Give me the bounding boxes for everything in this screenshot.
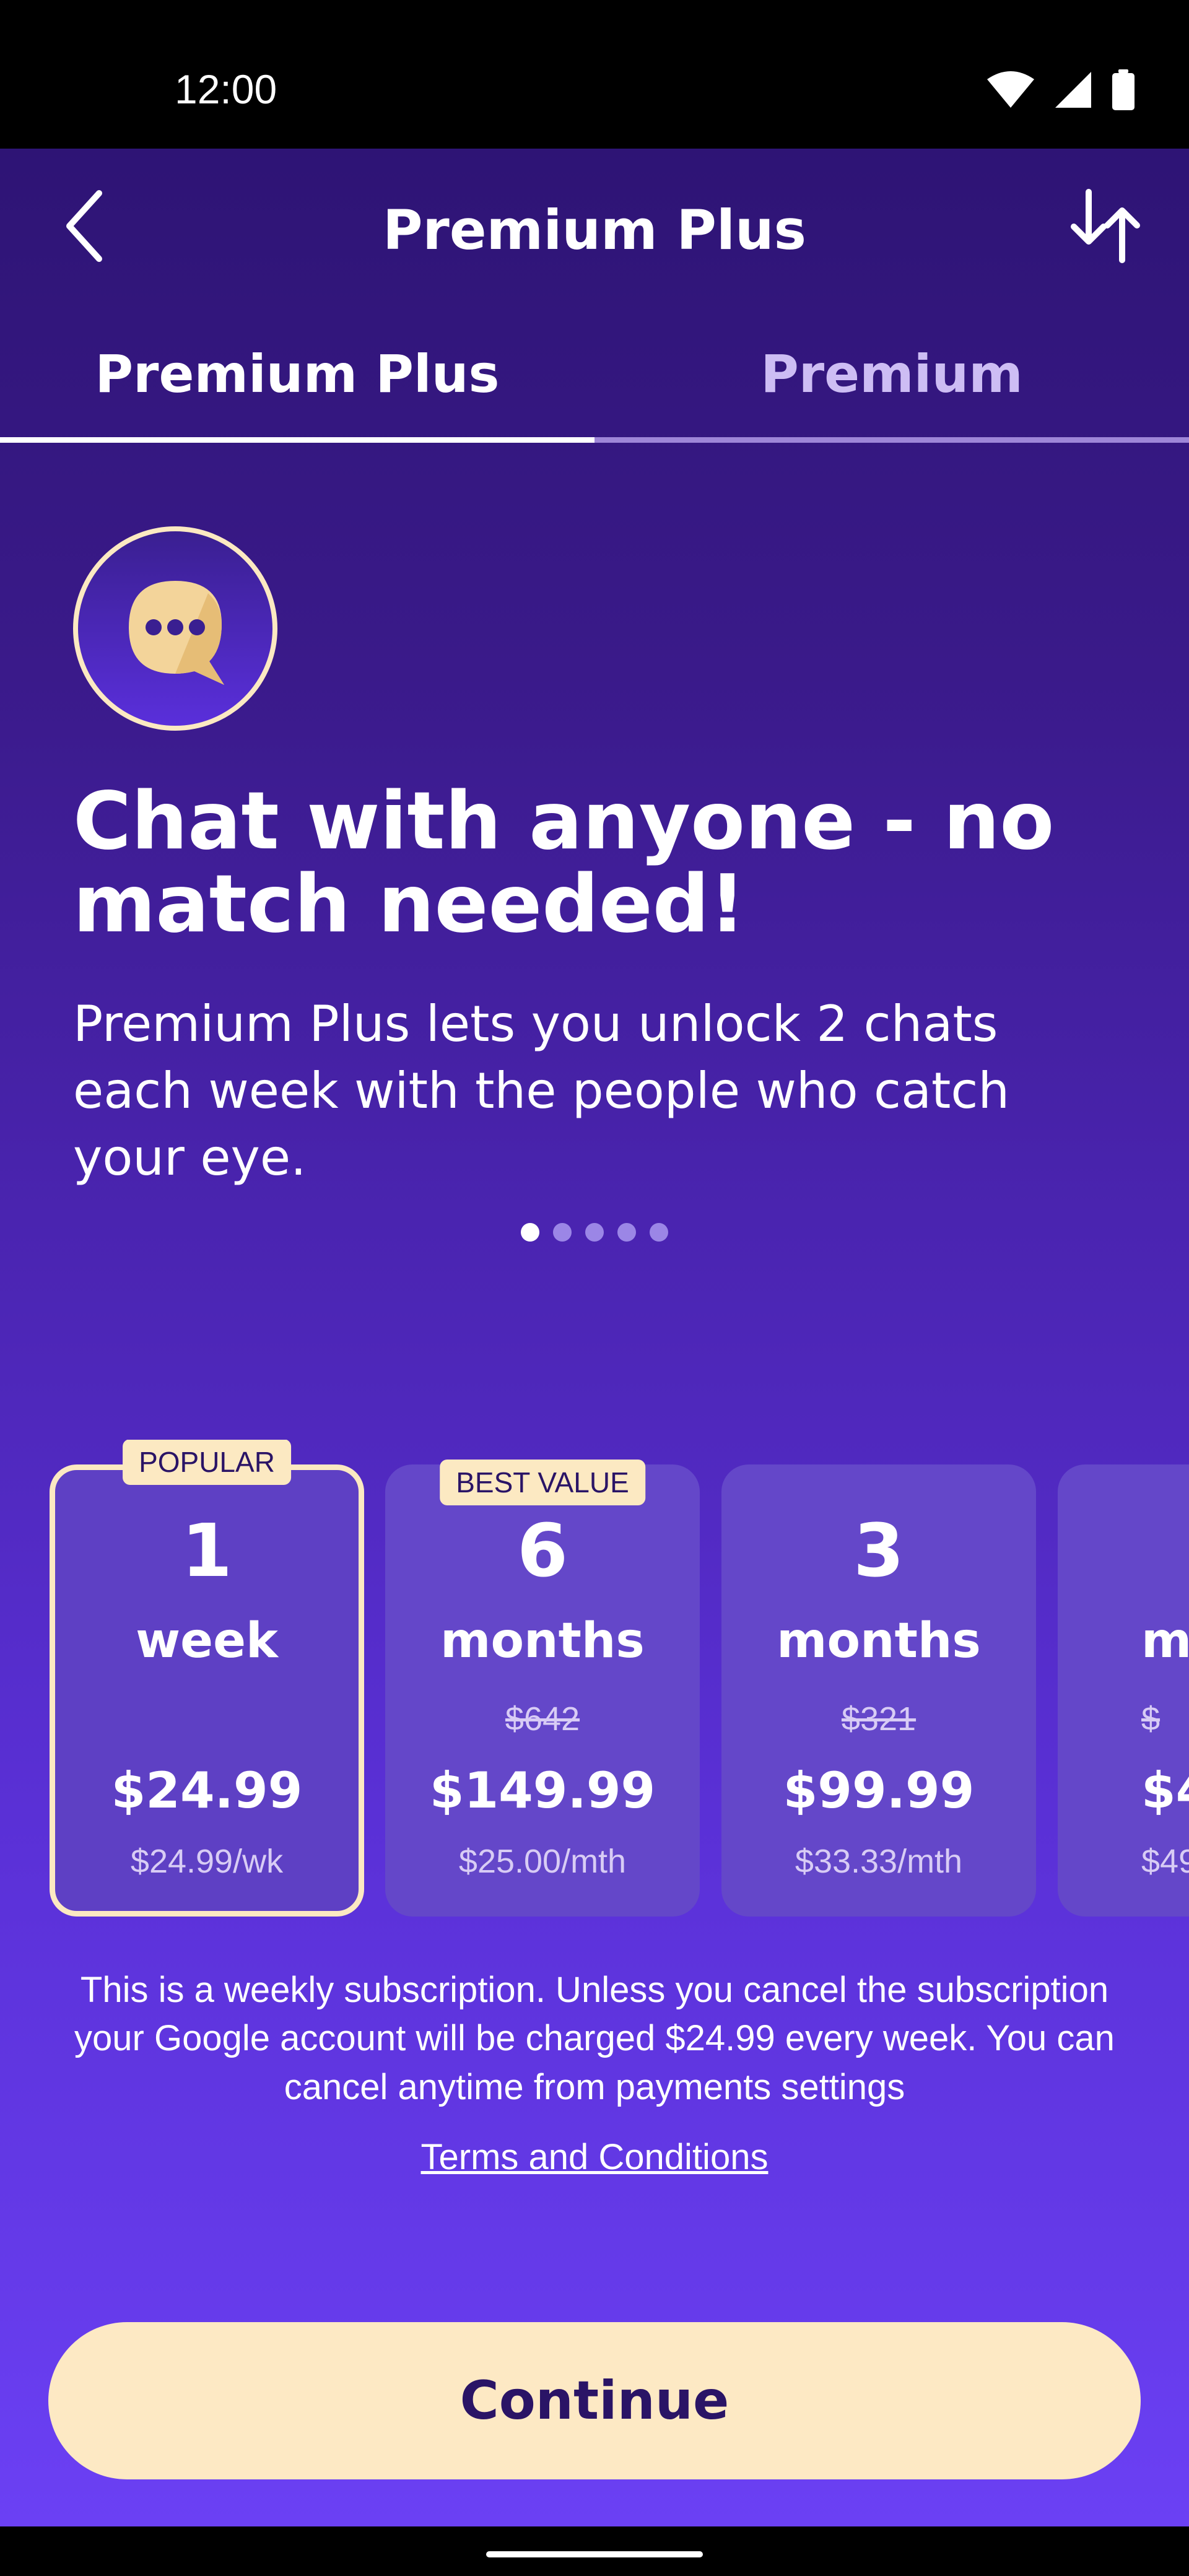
plan-price: $4	[1141, 1762, 1189, 1819]
plan-tabs: Premium Plus Premium	[0, 300, 1189, 443]
plan-duration-count: 3	[853, 1508, 905, 1593]
plan-price: $149.99	[429, 1762, 656, 1819]
subscription-disclaimer: This is a weekly subscription. Unless yo…	[74, 1970, 1115, 2107]
plan-card-partial[interactable]: mo $ $4 $49.	[1058, 1464, 1189, 1917]
plan-duration-unit: mo	[1141, 1613, 1189, 1669]
cell-signal-icon	[1055, 72, 1091, 108]
plan-duration-count: 1	[181, 1508, 233, 1593]
tab-premium[interactable]: Premium	[594, 300, 1189, 443]
wifi-icon	[987, 71, 1034, 108]
terms-container: Terms and Conditions	[0, 2136, 1189, 2178]
app-screen: Premium Plus Premium Plus Premium Chat w…	[0, 149, 1189, 2526]
feature-icon-circle	[73, 526, 277, 731]
plan-price-per-period: $49.	[1141, 1843, 1189, 1880]
plan-options: POPULAR 1 week $24.99 $24.99/wk BEST VAL…	[0, 1440, 1189, 1923]
carousel-dot-3[interactable]	[585, 1223, 604, 1242]
tab-indicator-inactive	[594, 437, 1189, 443]
tab-indicator-active	[0, 437, 594, 443]
carousel-dot-2[interactable]	[553, 1223, 572, 1242]
system-nav-bar	[0, 2526, 1189, 2576]
terms-link[interactable]: Terms and Conditions	[421, 2137, 769, 2177]
plan-card-3-months[interactable]: 3 months $321 $99.99 $33.33/mth	[721, 1464, 1036, 1917]
continue-button[interactable]: Continue	[48, 2322, 1141, 2479]
sort-arrows-icon	[1071, 189, 1140, 263]
page-title: Premium Plus	[382, 198, 807, 262]
battery-icon	[1112, 69, 1135, 110]
carousel-dot-1[interactable]	[521, 1223, 539, 1242]
plan-price: $24.99	[111, 1762, 303, 1819]
plan-original-price: $321	[841, 1700, 917, 1738]
plan-badge: BEST VALUE	[440, 1460, 645, 1505]
plan-duration-unit: months	[440, 1613, 645, 1669]
status-icons	[986, 69, 1136, 110]
chat-bubble-icon	[129, 581, 224, 685]
plan-duration-unit: week	[136, 1613, 278, 1669]
plan-badge: POPULAR	[123, 1440, 291, 1485]
plan-original-price: $642	[505, 1700, 580, 1738]
carousel-dots	[0, 1223, 1189, 1242]
tab-premium-plus[interactable]: Premium Plus	[0, 300, 594, 443]
plan-duration-unit: months	[777, 1613, 981, 1669]
status-bar: 12:00	[0, 0, 1189, 149]
plan-price: $99.99	[783, 1762, 975, 1819]
feature-headline: Chat with anyone - no match needed!	[73, 775, 1055, 951]
carousel-dot-5[interactable]	[650, 1223, 668, 1242]
plan-price-per-period: $33.33/mth	[795, 1843, 963, 1880]
sort-button[interactable]	[1065, 186, 1146, 266]
app-header: Premium Plus	[0, 149, 1189, 300]
plan-card-6-months[interactable]: BEST VALUE 6 months $642 $149.99 $25.00/…	[385, 1460, 700, 1917]
carousel-dot-4[interactable]	[617, 1223, 636, 1242]
plan-original-price: $	[1141, 1700, 1161, 1738]
plan-price-per-period: $24.99/wk	[130, 1843, 284, 1880]
plan-duration-count: 6	[516, 1508, 568, 1593]
home-indicator[interactable]	[486, 2551, 703, 2557]
plan-card-1-week[interactable]: POPULAR 1 week $24.99 $24.99/wk	[50, 1440, 364, 1917]
tab-label: Premium	[760, 344, 1023, 404]
plan-price-per-period: $25.00/mth	[458, 1843, 627, 1880]
tab-label: Premium Plus	[95, 344, 500, 404]
status-time: 12:00	[175, 66, 277, 112]
feature-description: Premium Plus lets you unlock 2 chats eac…	[73, 995, 1010, 1186]
